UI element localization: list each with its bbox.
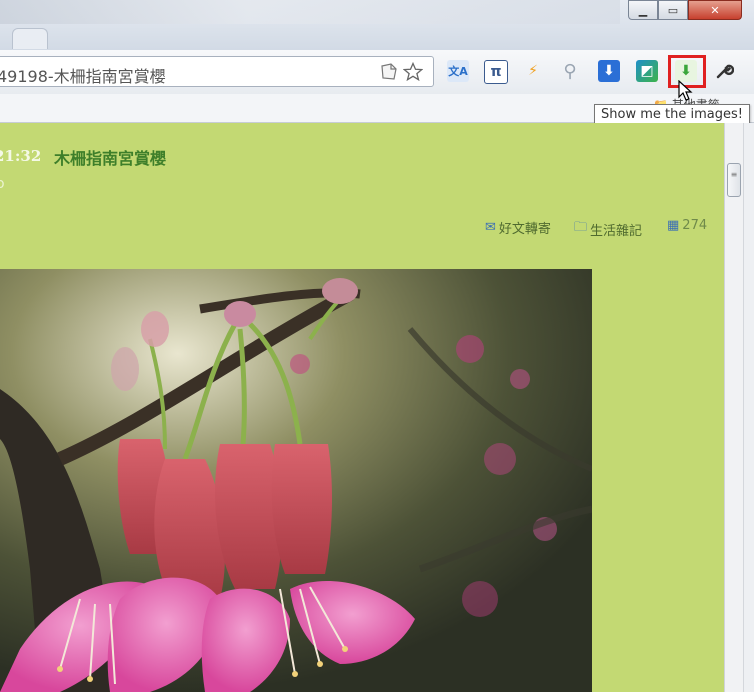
window-controls: ▁ ▭ ✕ [628, 0, 742, 20]
mouse-cursor-icon [678, 79, 694, 106]
page-icon[interactable] [379, 62, 399, 82]
search-extension-icon[interactable]: ⚲ [559, 60, 581, 82]
photo-extension-icon[interactable]: ◩ [636, 60, 658, 82]
post-title[interactable]: 木柵指南宮賞櫻 [54, 145, 166, 169]
page-content: 21:32 木柵指南宮賞櫻 o ✉ 好文轉寄 🗀 生活雜記 ▦ 274 [0, 123, 724, 692]
url-text[interactable]: 49198-木柵指南宮賞櫻 [0, 63, 166, 87]
view-count-value: 274 [682, 218, 708, 233]
wrench-icon[interactable] [714, 60, 736, 82]
window-titlebar: ▁ ▭ ✕ [0, 0, 754, 50]
share-label: 好文轉寄 [498, 222, 551, 237]
close-button[interactable]: ✕ [688, 0, 742, 20]
cherry-blossom-photo [0, 269, 592, 692]
lightning-extension-icon[interactable]: ⚡ [522, 60, 544, 82]
maximize-button[interactable]: ▭ [658, 0, 688, 20]
browser-toolbar: 49198-木柵指南宮賞櫻 文A π ⚡ ⚲ ⬇ ◩ ⬇ [0, 50, 754, 95]
extension-tooltip: Show me the images! [594, 104, 750, 125]
category-link[interactable]: 🗀 生活雜記 [574, 218, 642, 240]
post-subtitle: o [0, 176, 5, 192]
page-scrollbar[interactable]: ≡ [724, 123, 754, 692]
address-bar[interactable]: 49198-木柵指南宮賞櫻 [0, 56, 434, 87]
new-tab-button[interactable] [12, 28, 48, 49]
scrollbar-thumb[interactable]: ≡ [727, 163, 741, 197]
translate-extension-icon[interactable]: 文A [447, 60, 469, 82]
star-icon[interactable] [402, 61, 424, 82]
minimize-button[interactable]: ▁ [628, 0, 658, 20]
post-time: 21:32 [0, 147, 42, 165]
category-label: 生活雜記 [590, 223, 643, 239]
folder-icon: 🗀 [574, 220, 588, 235]
scrollbar-track[interactable]: ≡ [725, 123, 744, 692]
tab-strip [0, 0, 620, 24]
pi-extension-icon[interactable]: π [484, 60, 508, 84]
view-count: ▦ 274 [667, 218, 707, 233]
counter-icon: ▦ [667, 218, 680, 233]
scrollbar-grip-icon: ≡ [730, 170, 738, 179]
share-icon: ✉ [485, 220, 496, 235]
share-link[interactable]: ✉ 好文轉寄 [485, 218, 551, 237]
download-extension-icon[interactable]: ⬇ [598, 60, 620, 82]
